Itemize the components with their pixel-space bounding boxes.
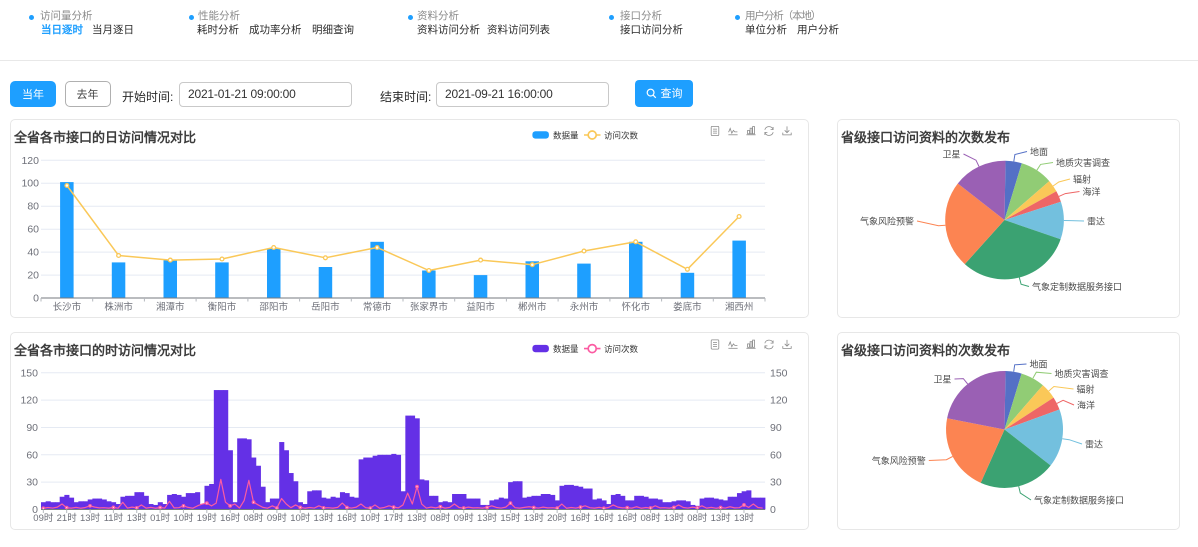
svg-text:11时: 11时 — [104, 512, 124, 524]
svg-text:卫星: 卫星 — [942, 150, 960, 160]
svg-text:地质灾害调查: 地质灾害调查 — [1056, 157, 1110, 168]
svg-text:邵阳市: 邵阳市 — [259, 301, 288, 313]
svg-text:30: 30 — [770, 477, 782, 489]
svg-text:16时: 16时 — [594, 512, 615, 524]
svg-text:常德市: 常德市 — [363, 301, 392, 313]
svg-text:13时: 13时 — [734, 512, 755, 524]
svg-text:15时: 15时 — [500, 512, 521, 524]
svg-text:13时: 13时 — [127, 512, 148, 524]
svg-text:13时: 13时 — [80, 512, 101, 524]
svg-text:19时: 19时 — [197, 512, 218, 524]
svg-text:16时: 16时 — [337, 512, 358, 524]
svg-text:海洋: 海洋 — [1077, 400, 1095, 411]
svg-text:10时: 10时 — [360, 512, 381, 524]
svg-text:01时: 01时 — [150, 512, 171, 524]
svg-text:40: 40 — [27, 247, 39, 259]
svg-text:10时: 10时 — [173, 512, 194, 524]
svg-text:访问次数: 访问次数 — [604, 130, 639, 140]
svg-text:数据量: 数据量 — [553, 344, 579, 354]
svg-text:长沙市: 长沙市 — [53, 301, 82, 313]
svg-text:90: 90 — [770, 422, 782, 434]
svg-text:13时: 13时 — [524, 512, 545, 524]
svg-text:怀化市: 怀化市 — [621, 301, 650, 313]
svg-text:16时: 16时 — [220, 512, 241, 524]
svg-text:150: 150 — [20, 367, 38, 379]
svg-text:地面: 地面 — [1030, 359, 1048, 370]
svg-text:0: 0 — [770, 504, 776, 516]
svg-text:地面: 地面 — [1030, 146, 1048, 157]
svg-text:20时: 20时 — [547, 512, 568, 524]
svg-text:60: 60 — [26, 449, 38, 461]
svg-text:10时: 10时 — [290, 512, 311, 524]
svg-text:09时: 09时 — [33, 512, 54, 524]
svg-text:21时: 21时 — [57, 512, 78, 524]
svg-text:13时: 13时 — [711, 512, 732, 524]
svg-text:60: 60 — [770, 449, 782, 461]
svg-text:益阳市: 益阳市 — [466, 301, 495, 313]
svg-text:20: 20 — [27, 270, 39, 282]
svg-text:13时: 13时 — [407, 512, 428, 524]
svg-text:90: 90 — [26, 422, 38, 434]
svg-text:120: 120 — [21, 155, 39, 167]
svg-text:09时: 09时 — [267, 512, 288, 524]
svg-text:08时: 08时 — [687, 512, 708, 524]
svg-text:湘西州: 湘西州 — [725, 301, 754, 313]
svg-text:气象定制数据服务接口: 气象定制数据服务接口 — [1034, 495, 1124, 506]
svg-text:雷达: 雷达 — [1087, 216, 1105, 227]
svg-text:张家界市: 张家界市 — [410, 301, 449, 313]
svg-text:80: 80 — [27, 201, 39, 213]
svg-text:辐射: 辐射 — [1077, 384, 1095, 395]
svg-text:衡阳市: 衡阳市 — [208, 301, 237, 313]
svg-text:湘潭市: 湘潭市 — [156, 301, 185, 313]
svg-text:16时: 16时 — [570, 512, 591, 524]
svg-text:17时: 17时 — [384, 512, 405, 524]
svg-text:60: 60 — [27, 224, 39, 236]
svg-text:16时: 16时 — [617, 512, 638, 524]
svg-text:气象风险预警: 气象风险预警 — [872, 455, 926, 466]
svg-text:150: 150 — [770, 367, 788, 379]
svg-text:娄底市: 娄底市 — [673, 301, 702, 313]
svg-text:数据量: 数据量 — [553, 130, 579, 140]
svg-text:卫星: 卫星 — [933, 375, 951, 385]
svg-text:100: 100 — [21, 178, 39, 190]
svg-text:08时: 08时 — [641, 512, 662, 524]
svg-text:雷达: 雷达 — [1085, 439, 1103, 450]
svg-text:岳阳市: 岳阳市 — [311, 301, 340, 313]
svg-text:访问次数: 访问次数 — [604, 344, 639, 354]
svg-text:13时: 13时 — [477, 512, 498, 524]
svg-text:气象风险预警: 气象风险预警 — [860, 216, 914, 227]
svg-text:08时: 08时 — [430, 512, 451, 524]
svg-text:辐射: 辐射 — [1073, 174, 1091, 185]
svg-text:株洲市: 株洲市 — [104, 301, 133, 313]
svg-text:海洋: 海洋 — [1083, 186, 1101, 197]
svg-text:0: 0 — [33, 293, 39, 305]
svg-text:13时: 13时 — [314, 512, 335, 524]
svg-text:120: 120 — [770, 395, 788, 407]
svg-text:30: 30 — [26, 477, 38, 489]
svg-text:地质灾害调查: 地质灾害调查 — [1055, 368, 1109, 379]
svg-text:郴州市: 郴州市 — [518, 301, 547, 313]
svg-text:13时: 13时 — [664, 512, 685, 524]
svg-text:120: 120 — [20, 395, 38, 407]
svg-text:09时: 09时 — [454, 512, 475, 524]
svg-text:永州市: 永州市 — [570, 301, 599, 313]
svg-text:气象定制数据服务接口: 气象定制数据服务接口 — [1032, 281, 1122, 292]
svg-text:08时: 08时 — [243, 512, 264, 524]
